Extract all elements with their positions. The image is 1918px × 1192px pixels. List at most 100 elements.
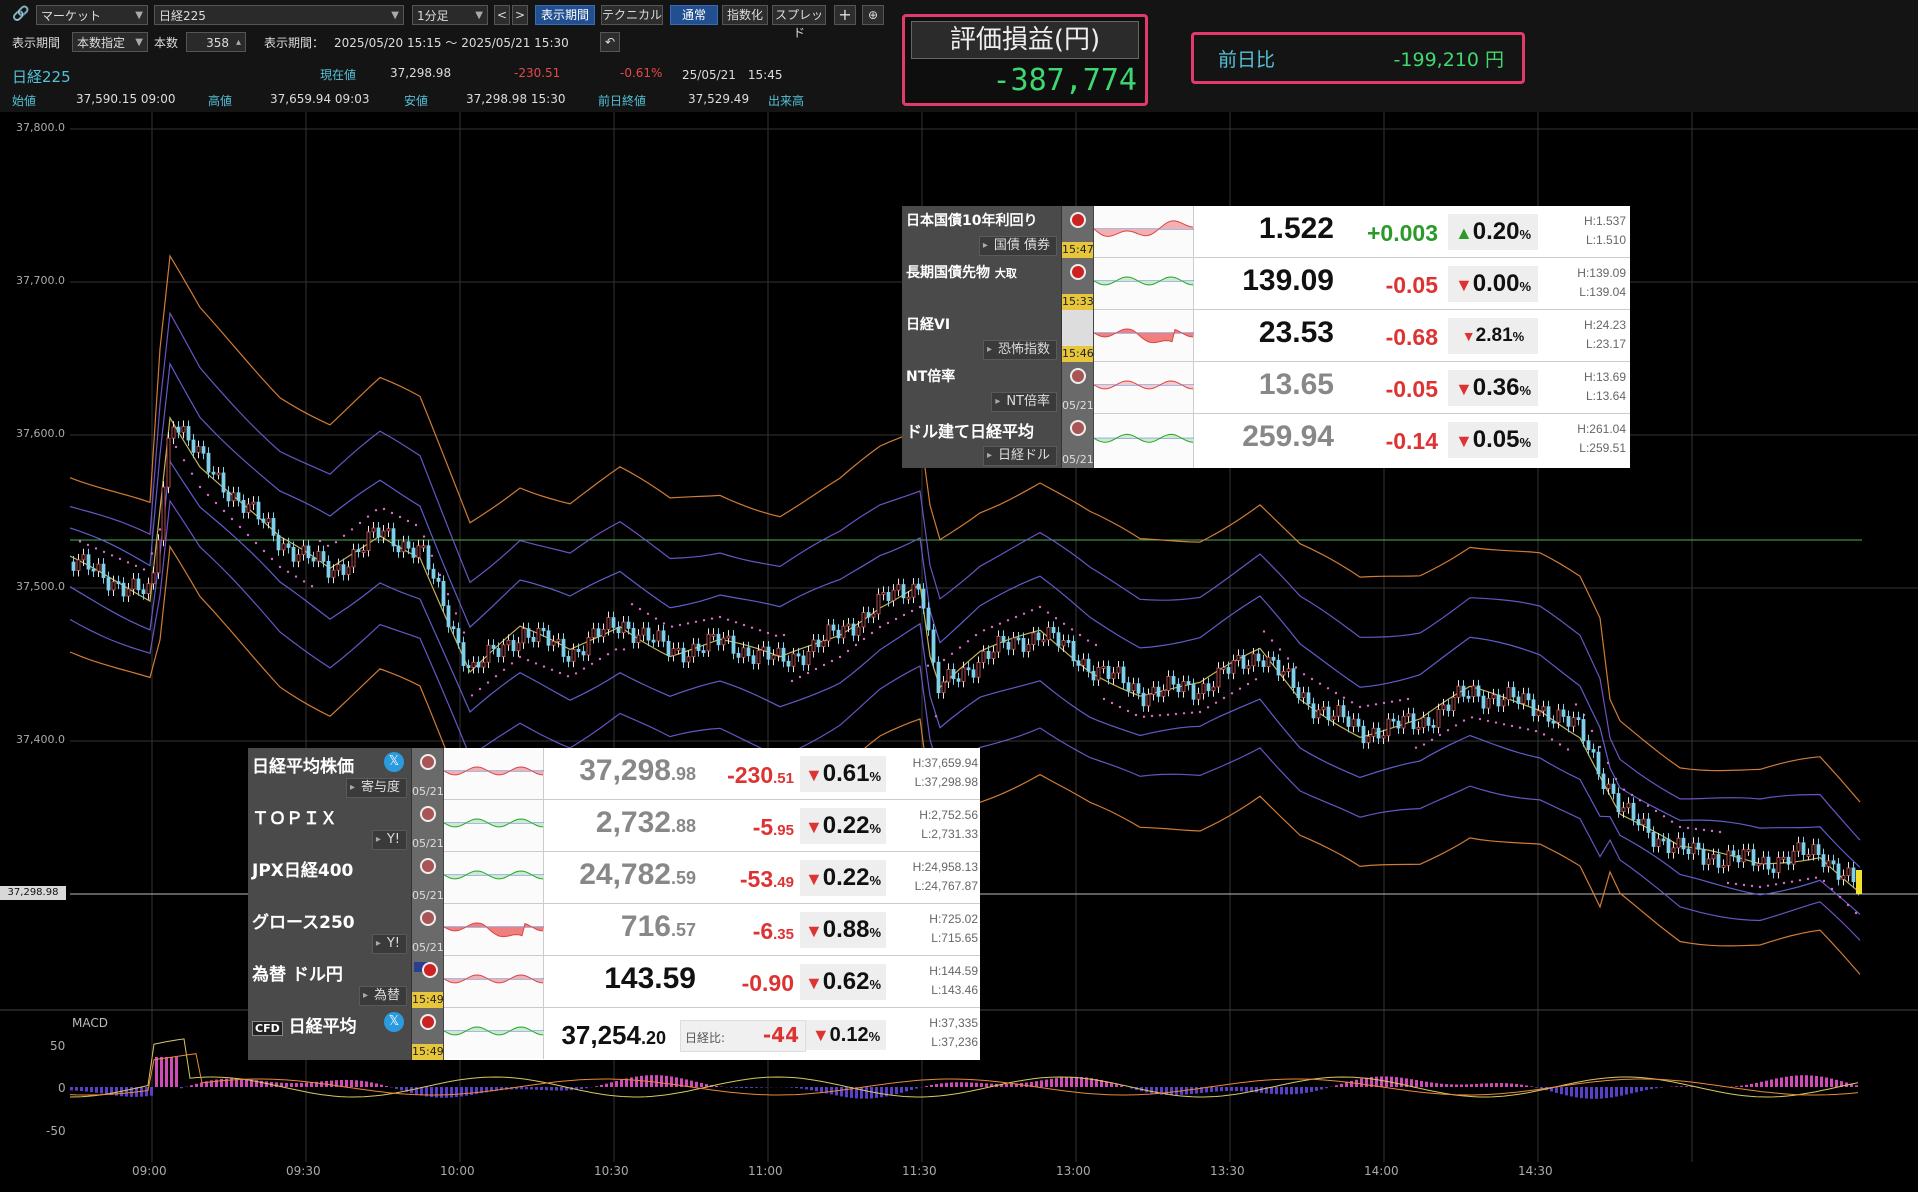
index-row[interactable]: JPX日経400 05/21 24,782.59 -53.49 ▼0.22% H… [248,852,980,904]
macd-label: 0 [58,1081,66,1095]
candle-body [1511,687,1516,698]
macd-bar [1580,1087,1583,1099]
row-sub-button[interactable]: 日経ドル [982,446,1057,466]
macd-bar [830,1087,833,1095]
macd-bar [1630,1087,1633,1094]
x-social-icon[interactable]: 𝕏 [384,752,404,772]
macd-bar [1335,1085,1338,1087]
candle-body [96,563,101,572]
candle-body [1066,640,1071,643]
macd-bar [1475,1083,1478,1087]
spread-button[interactable]: スプレッド [772,5,826,40]
technical-button[interactable]: テクニカル [601,5,663,25]
add-button[interactable]: + [834,5,856,25]
bond-row[interactable]: 日経VI 恐怖指数 15:46 23.53 -0.68 ▼2.81% H:24.2… [902,310,1630,362]
row-sub-button[interactable]: 国債 債券 [978,236,1057,256]
sar-dot [1830,887,1834,891]
index-row[interactable]: CFD 日経平均 𝕏 15:49 37,254.20 日経比: -44 ▼0.12… [248,1008,980,1060]
candle-body [111,581,116,591]
candle-body [91,568,96,572]
link-icon[interactable]: 🔗 [12,6,29,22]
candle-body [606,617,611,630]
prev-close-label: 前日終値 [598,94,647,108]
row-sub-button[interactable]: Y! [371,830,407,850]
candle-body [1311,703,1316,719]
row-high-low: H:725.02 L:715.65 [884,910,978,948]
macd-bar [1040,1080,1043,1087]
macd-bar [1620,1087,1623,1096]
candle-body [1461,685,1466,697]
stepper-icon[interactable]: ▴ [236,33,241,53]
candle-body [336,564,341,571]
sar-dot [1790,880,1794,883]
macd-bar [1320,1087,1323,1090]
macd-bar [1365,1077,1368,1087]
candle-body [166,437,171,488]
macd-bar [1050,1078,1053,1087]
row-low: L:37,236 [931,1035,978,1049]
market-select[interactable]: マーケット ▼ [36,5,148,25]
sar-dot [998,622,1002,625]
row-pct: 0.00 [1472,270,1520,297]
row-name-cell: 長期国債先物 大取 [902,258,1062,310]
candle-body [706,633,711,652]
sar-dot [646,612,650,615]
candle-body [961,667,966,682]
candle-body [116,581,121,585]
zoom-icon[interactable]: ⊕ [862,5,884,25]
sar-dot [278,565,282,569]
normal-button[interactable]: 通常 [670,5,718,25]
macd-bar [1600,1087,1603,1099]
macd-bar [1745,1084,1748,1087]
row-sub-button[interactable]: Y! [371,934,407,954]
row-high: H:2,752.56 [919,808,978,822]
bond-row[interactable]: 長期国債先物 大取 15:33 139.09 -0.05 ▼0.00% H:13… [902,258,1630,310]
candle-body [441,580,446,607]
macd-bar [370,1082,373,1087]
index-row[interactable]: ＴＯＰＩＸ Y! 05/21 2,732.88 -5.95 ▼0.22% H:2,… [248,800,980,852]
pl-box: 評価損益(円) -387,774 [902,14,1148,106]
macd-bar [1425,1081,1428,1087]
index-row[interactable]: グロース250 Y! 05/21 716.57 -6.35 ▼0.88% H:72… [248,904,980,956]
row-sub-button[interactable]: 寄与度 [345,778,407,798]
prev-button[interactable]: < [494,5,510,25]
candle-body [1736,855,1741,863]
index-row[interactable]: 為替 ドル円為替 15:49 143.59 -0.90 ▼0.62% H:144… [248,956,980,1008]
candle-body [1226,667,1231,674]
candle-body [691,643,696,658]
sar-dot [974,633,978,637]
index-button[interactable]: 指数化 [722,5,768,25]
bond-row[interactable]: NT倍率 NT倍率 05/21 13.65 -0.05 ▼0.36% H:13.6… [902,362,1630,414]
row-sub-button[interactable]: NT倍率 [991,392,1057,412]
flag-icon: 05/21 [412,904,444,956]
row-high-low: H:139.09 L:139.04 [1542,264,1626,302]
bond-row[interactable]: ドル建て日経平均日経ドル 05/21 259.94 -0.14 ▼0.05% H… [902,414,1630,468]
macd-bar [95,1087,98,1093]
candle-body [911,583,916,598]
next-button[interactable]: > [512,5,528,25]
candle-body [371,527,376,533]
period-mode-select[interactable]: 本数指定 ▼ [72,32,148,52]
symbol-select[interactable]: 日経225 ▼ [154,5,404,25]
macd-bar [690,1080,693,1087]
bond-row[interactable]: 日本国債10年利回り国債 債券 15:47 1.522 +0.003 ▲0.20… [902,206,1630,258]
count-input[interactable]: 358 ▴ [186,32,246,52]
candle-body [1536,710,1541,717]
index-row[interactable]: 日経平均株価 𝕏 寄与度 05/21 37,298.98 -230.51 ▼0.61… [248,748,980,800]
x-social-icon[interactable]: 𝕏 [384,1012,404,1032]
macd-bar [1065,1077,1068,1087]
x-label: 11:00 [748,1164,783,1178]
interval-select[interactable]: 1分足 ▼ [412,5,488,25]
sar-dot [1446,729,1450,732]
candle-body [561,638,566,657]
macd-bar [1470,1084,1473,1087]
candle-body [1071,641,1076,662]
macd-bar [300,1082,303,1087]
macd-bar [1515,1083,1518,1087]
period-button[interactable]: 表示期間 [535,5,595,25]
row-sub-button[interactable]: 為替 [358,986,407,1006]
sar-dot [686,622,690,625]
sar-dot [1646,804,1650,807]
refresh-icon[interactable]: ↶ [600,32,620,52]
row-sub-button[interactable]: 恐怖指数 [982,340,1057,360]
